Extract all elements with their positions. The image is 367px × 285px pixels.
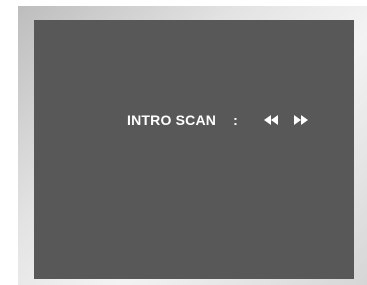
separator-colon: : [233,112,238,128]
intro-scan-menu-row: INTRO SCAN : [127,110,309,130]
rewind-icon[interactable] [263,114,279,126]
osd-screen [34,20,354,279]
fast-forward-icon[interactable] [293,114,309,126]
intro-scan-label: INTRO SCAN [127,112,217,128]
